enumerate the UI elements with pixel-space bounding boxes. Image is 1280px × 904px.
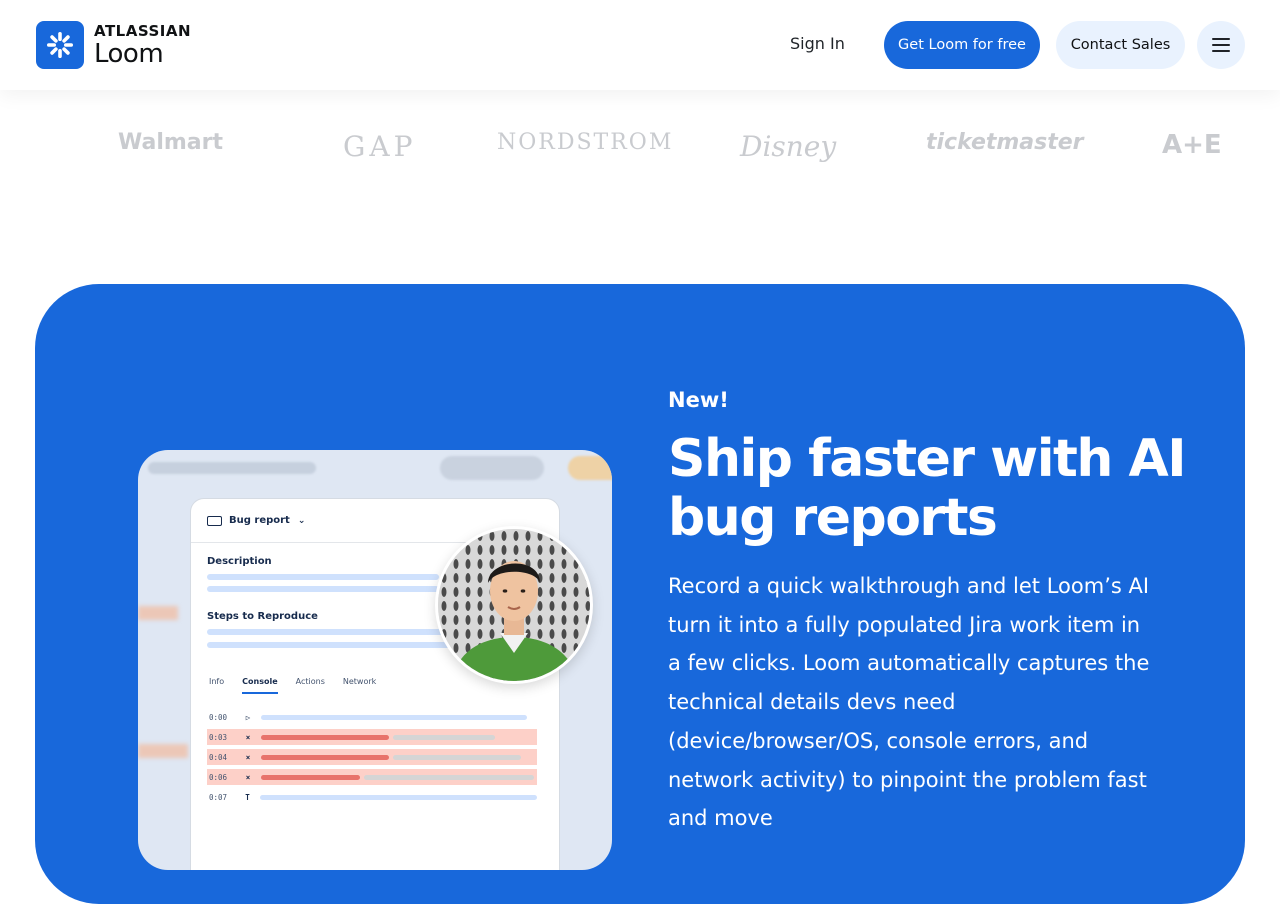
gap-logo: GAP <box>343 130 417 163</box>
error-x-icon: × <box>245 732 251 742</box>
feature-headline: Ship faster with AI bug reports <box>668 429 1187 548</box>
tab-info: Info <box>209 677 225 686</box>
tab-network: Network <box>342 677 377 686</box>
text-placeholder-line <box>207 574 439 580</box>
nordstrom-logo: NORDSTROM <box>497 130 674 155</box>
walmart-logo: Walmart <box>118 130 224 155</box>
hamburger-menu-icon[interactable] <box>1197 21 1245 69</box>
console-tabs: Info Console Actions Network <box>209 677 376 694</box>
loom-logo-icon <box>36 21 84 69</box>
log-row: 0:07 T <box>207 789 537 805</box>
tab-actions: Actions <box>295 677 325 686</box>
logo-brand-text: ATLASSIAN <box>94 21 192 40</box>
text-icon: T <box>245 792 250 802</box>
error-x-icon: × <box>245 752 251 762</box>
description-label: Description <box>207 556 272 567</box>
log-row-error: 0:03 × <box>207 729 537 745</box>
get-loom-free-button[interactable]: Get Loom for free <box>884 21 1040 69</box>
feature-description: Record a quick walkthrough and let Loom’… <box>668 574 1150 831</box>
log-row-error: 0:06 × <box>207 769 537 785</box>
tab-console: Console <box>242 677 278 694</box>
steps-label: Steps to Reproduce <box>207 611 318 622</box>
logo-product-text: Loom <box>94 38 164 69</box>
sign-in-link[interactable]: Sign In <box>790 34 845 53</box>
mock-button-placeholder <box>440 456 544 480</box>
contact-sales-button[interactable]: Contact Sales <box>1056 21 1185 69</box>
mock-header-placeholder <box>148 462 316 474</box>
ai-bug-reports-feature-card: Bug report ⌄ Description Steps to Reprod… <box>35 284 1245 904</box>
mock-side-placeholder <box>138 744 188 758</box>
error-x-icon: × <box>245 772 251 782</box>
site-header: ATLASSIAN Loom Sign In Get Loom for free… <box>0 0 1280 90</box>
mock-button-placeholder <box>568 456 612 480</box>
play-icon: ▷ <box>245 712 251 722</box>
atlassian-loom-logo[interactable]: ATLASSIAN Loom <box>36 21 191 69</box>
ticket-icon <box>207 515 222 526</box>
logo-wordmark: ATLASSIAN Loom <box>94 21 192 69</box>
text-placeholder-line <box>207 586 439 592</box>
log-row: 0:00 ▷ <box>207 709 537 725</box>
log-row-error: 0:04 × <box>207 749 537 765</box>
presenter-avatar <box>435 526 593 684</box>
ae-networks-logo: A+E <box>1162 130 1222 160</box>
disney-logo: Disney <box>740 130 837 163</box>
chevron-down-icon: ⌄ <box>297 515 306 526</box>
bug-report-title: Bug report <box>229 515 290 526</box>
new-badge: New! <box>668 388 729 412</box>
bug-report-mockup: Bug report ⌄ Description Steps to Reprod… <box>138 450 612 870</box>
mock-side-placeholder <box>138 606 178 620</box>
ticketmaster-logo: ticketmaster <box>926 130 1084 155</box>
